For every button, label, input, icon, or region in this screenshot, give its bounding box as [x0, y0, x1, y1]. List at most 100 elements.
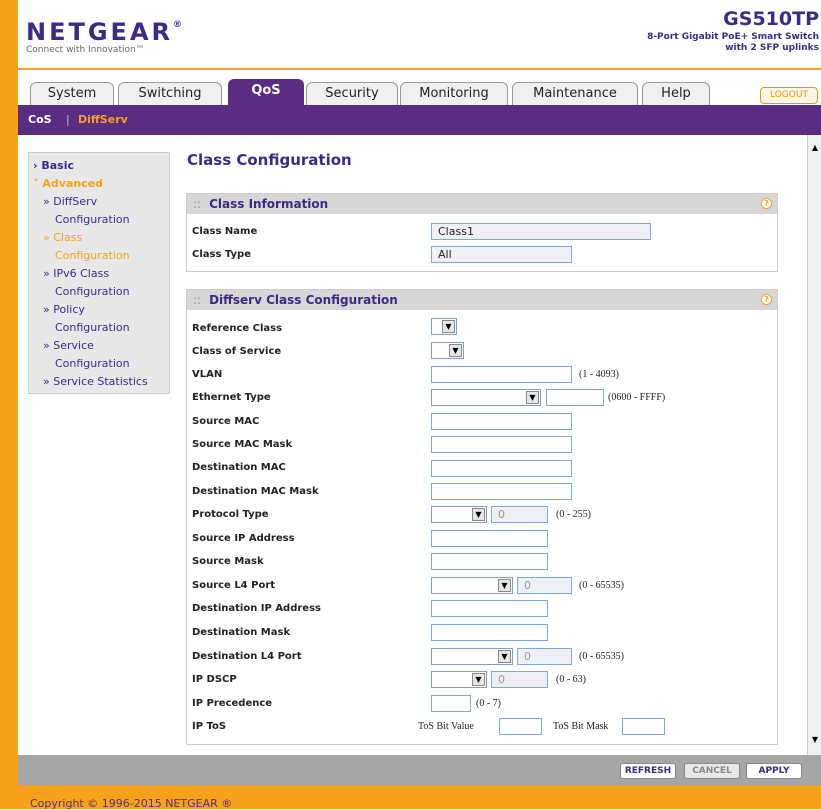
scroll-down-icon[interactable]: ▼ [810, 735, 820, 745]
destination-mac-mask-label: Destination MAC Mask [192, 486, 319, 497]
vlan-input[interactable] [431, 366, 572, 383]
netgear-logo: NETGEAR® [26, 18, 182, 46]
protocol-type-label: Protocol Type [192, 509, 269, 520]
ethernet-type-input[interactable] [546, 389, 604, 406]
vertical-scrollbar[interactable]: ▲ ▼ [807, 135, 821, 755]
chevron-down-icon: ▼ [442, 320, 455, 333]
class-type-field: All [431, 246, 572, 263]
vlan-label: VLAN [192, 369, 223, 380]
tab-maintenance[interactable]: Maintenance [512, 82, 638, 105]
destination-mac-mask-input[interactable] [431, 483, 572, 500]
tos-bit-mask-label: ToS Bit Mask [553, 721, 609, 732]
sidebar-item-advanced[interactable]: ˅ Advanced [33, 175, 169, 193]
source-mask-label: Source Mask [192, 556, 264, 567]
source-mask-input[interactable] [431, 553, 548, 570]
tos-bit-mask-input[interactable] [622, 718, 665, 735]
tab-monitoring[interactable]: Monitoring [400, 82, 508, 105]
destination-l4-port-select[interactable]: ▼ [431, 648, 513, 665]
refresh-button[interactable]: REFRESH [620, 763, 676, 779]
source-mac-mask-input[interactable] [431, 436, 572, 453]
section-header: :: Class Information? [187, 194, 777, 214]
vlan-range: (1 - 4093) [579, 369, 619, 380]
tab-system[interactable]: System [30, 82, 114, 105]
class-type-label: Class Type [192, 249, 251, 260]
sidebar-item-policy-configuration[interactable]: » Policy Configuration [33, 301, 169, 337]
sidebar: › Basic ˅ Advanced » DiffServ Configurati… [28, 152, 170, 394]
protocol-type-select[interactable]: ▼ [431, 506, 487, 523]
ip-precedence-range: (0 - 7) [476, 698, 501, 709]
scroll-up-icon[interactable]: ▲ [810, 143, 820, 153]
destination-l4-port-label: Destination L4 Port [192, 651, 302, 662]
destination-mask-input[interactable] [431, 624, 548, 641]
sidebar-item-service-configuration[interactable]: » Service Configuration [33, 337, 169, 373]
subnav-cos[interactable]: CoS [28, 113, 52, 126]
tab-security[interactable]: Security [306, 82, 398, 105]
ip-precedence-label: IP Precedence [192, 698, 273, 709]
reference-class-select[interactable]: ▼ [431, 318, 457, 335]
destination-mac-label: Destination MAC [192, 462, 286, 473]
chevron-down-icon: ▼ [449, 344, 462, 357]
model-description: 8-Port Gigabit PoE+ Smart Switch with 2 … [647, 32, 819, 53]
tab-qos[interactable]: QoS [228, 79, 304, 105]
chevron-down-icon: ▼ [498, 650, 511, 663]
ethernet-type-select[interactable]: ▼ [431, 389, 541, 406]
help-icon[interactable]: ? [761, 198, 772, 209]
protocol-type-range: (0 - 255) [556, 509, 591, 520]
tos-bit-value-label: ToS Bit Value [418, 721, 474, 732]
sidebar-item-class-configuration[interactable]: » Class Configuration [33, 229, 169, 265]
ethernet-type-range: (0600 - FFFF) [608, 392, 666, 403]
chevron-down-icon: ▼ [526, 391, 539, 404]
destination-mask-label: Destination Mask [192, 627, 291, 638]
class-name-label: Class Name [192, 226, 258, 237]
tagline: Connect with Innovation™ [26, 45, 145, 55]
source-ip-address-label: Source IP Address [192, 533, 295, 544]
class-of-service-label: Class of Service [192, 346, 282, 357]
apply-button[interactable]: APPLY [746, 763, 802, 779]
source-l4-port-input[interactable]: 0 [517, 577, 572, 594]
class-of-service-select[interactable]: ▼ [431, 342, 464, 359]
destination-ip-address-input[interactable] [431, 600, 548, 617]
destination-l4-port-input[interactable]: 0 [517, 648, 572, 665]
ip-precedence-input[interactable] [431, 695, 471, 712]
subnav-separator: | [66, 113, 70, 126]
source-ip-address-input[interactable] [431, 530, 548, 547]
class-information-section: :: Class Information? Class Name Class1 C… [186, 193, 778, 272]
source-mac-mask-label: Source MAC Mask [192, 439, 293, 450]
source-mac-input[interactable] [431, 413, 572, 430]
subnav-diffserv[interactable]: DiffServ [78, 113, 128, 126]
sidebar-item-diffserv-configuration[interactable]: » DiffServ Configuration [33, 193, 169, 229]
source-l4-port-range: (0 - 65535) [579, 580, 624, 591]
copyright-bar: Copyright © 1996-2015 NETGEAR ® [18, 785, 821, 810]
model-name: GS510TP [723, 8, 819, 30]
sidebar-item-ipv6-class-configuration[interactable]: » IPv6 Class Configuration [33, 265, 169, 301]
page-title: Class Configuration [187, 151, 352, 169]
ip-dscp-select[interactable]: ▼ [431, 671, 487, 688]
tab-switching[interactable]: Switching [118, 82, 222, 105]
logout-button[interactable]: LOGOUT [760, 87, 818, 104]
main-tabs: System Switching QoS Security Monitoring… [18, 70, 821, 105]
ip-dscp-range: (0 - 63) [556, 674, 586, 685]
reference-class-label: Reference Class [192, 323, 283, 334]
source-l4-port-select[interactable]: ▼ [431, 577, 513, 594]
ip-dscp-input[interactable]: 0 [491, 671, 548, 688]
chevron-down-icon: ▼ [472, 508, 485, 521]
button-bar: REFRESH CANCEL APPLY [18, 755, 821, 785]
help-icon[interactable]: ? [761, 294, 772, 305]
destination-mac-input[interactable] [431, 460, 572, 477]
tos-bit-value-input[interactable] [499, 718, 542, 735]
section-header: :: Diffserv Class Configuration? [187, 290, 777, 310]
tab-help[interactable]: Help [642, 82, 710, 105]
source-l4-port-label: Source L4 Port [192, 580, 276, 591]
diffserv-class-configuration-section: :: Diffserv Class Configuration? Referenc… [186, 289, 778, 745]
left-accent-bar [0, 0, 18, 809]
destination-ip-address-label: Destination IP Address [192, 603, 321, 614]
sub-navigation: CoS | DiffServ [18, 105, 821, 135]
protocol-type-input[interactable]: 0 [491, 506, 548, 523]
destination-l4-port-range: (0 - 65535) [579, 651, 624, 662]
source-mac-label: Source MAC [192, 416, 260, 427]
header: NETGEAR® Connect with Innovation™ GS510T… [18, 0, 821, 72]
sidebar-item-basic[interactable]: › Basic [33, 157, 169, 175]
sidebar-item-service-statistics[interactable]: » Service Statistics [33, 373, 169, 391]
cancel-button[interactable]: CANCEL [684, 763, 740, 779]
chevron-down-icon: ▼ [472, 673, 485, 686]
